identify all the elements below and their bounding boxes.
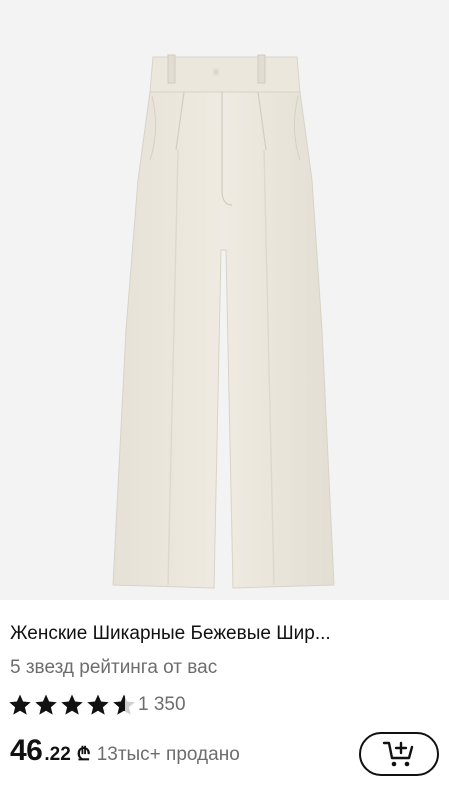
price-integer: 46: [10, 734, 43, 767]
rating-note: 5 звезд рейтинга от вас: [10, 657, 218, 678]
add-to-cart-icon: [382, 741, 414, 767]
currency-symbol: ₾: [76, 744, 91, 764]
star-icon: [87, 694, 109, 715]
add-to-cart-button[interactable]: [359, 732, 439, 776]
star-half-icon: [113, 694, 135, 715]
review-count: 1 350: [138, 694, 186, 715]
star-icon: [61, 694, 83, 715]
star-icon: [35, 694, 57, 715]
product-image[interactable]: [0, 0, 449, 600]
star-rating: [8, 693, 136, 717]
price: 46 .22 ₾ 13тыс+ продано: [10, 734, 240, 774]
trousers-illustration: [112, 54, 335, 589]
star-icon: [9, 694, 31, 715]
sold-count: 13тыс+ продано: [96, 744, 240, 765]
product-title[interactable]: Женские Шикарные Бежевые Шир...: [10, 622, 440, 646]
price-decimal: .22: [44, 744, 71, 765]
rating-row: 1 350: [8, 692, 186, 718]
